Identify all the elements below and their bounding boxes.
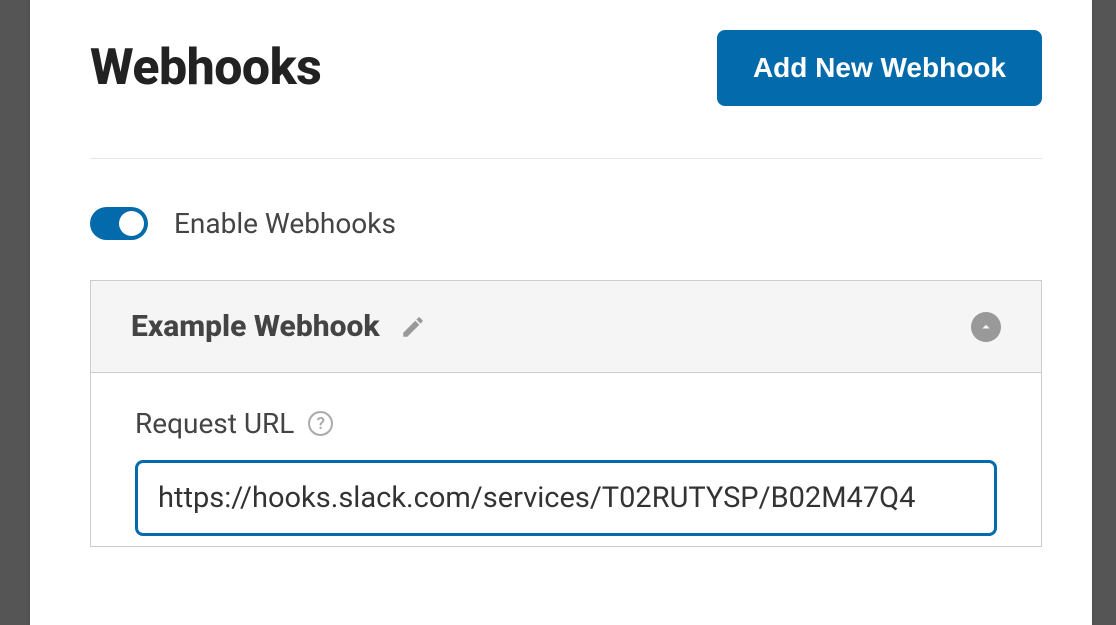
enable-webhooks-label: Enable Webhooks — [174, 207, 396, 240]
page-title: Webhooks — [90, 39, 321, 97]
request-url-input[interactable] — [135, 460, 997, 536]
app-frame: Webhooks Add New Webhook Enable Webhooks… — [30, 0, 1092, 625]
webhook-accordion: Example Webhook Request URL ? — [90, 280, 1042, 547]
webhooks-page: Webhooks Add New Webhook Enable Webhooks… — [30, 0, 1092, 547]
chevron-up-icon[interactable] — [971, 312, 1001, 342]
webhook-accordion-header[interactable]: Example Webhook — [91, 281, 1041, 373]
help-icon[interactable]: ? — [308, 411, 333, 436]
enable-webhooks-toggle[interactable] — [90, 207, 148, 240]
page-header: Webhooks Add New Webhook — [90, 30, 1042, 159]
add-new-webhook-button[interactable]: Add New Webhook — [717, 30, 1042, 106]
enable-webhooks-toggle-row: Enable Webhooks — [90, 207, 1042, 240]
toggle-knob — [119, 211, 144, 236]
pencil-icon[interactable] — [400, 314, 426, 340]
accordion-title-group: Example Webhook — [131, 309, 426, 344]
request-url-label: Request URL — [135, 407, 294, 440]
request-url-label-row: Request URL ? — [135, 407, 997, 440]
webhook-name: Example Webhook — [131, 309, 380, 344]
webhook-accordion-body: Request URL ? — [91, 373, 1041, 546]
